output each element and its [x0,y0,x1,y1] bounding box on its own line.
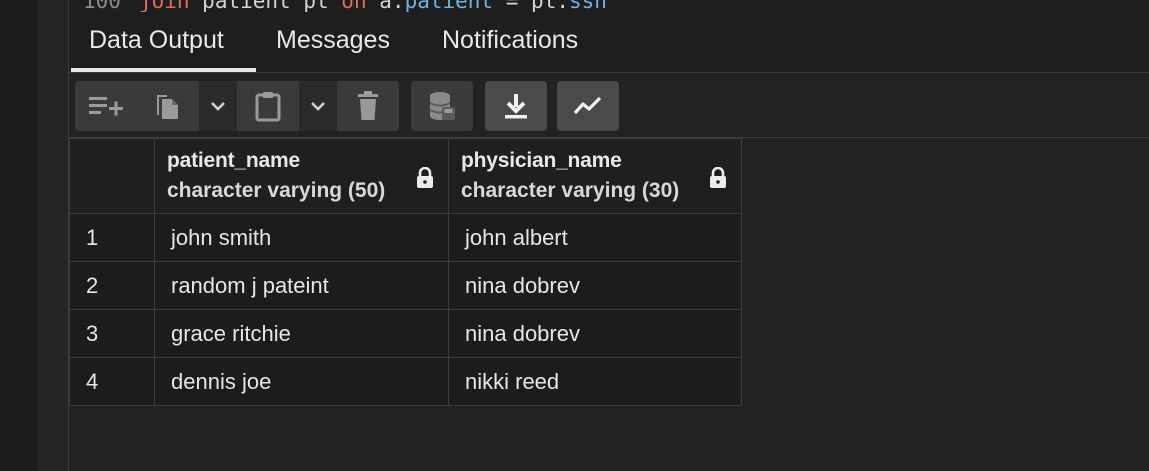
column-type: character varying (50) [167,179,386,202]
row-number[interactable]: 3 [69,309,155,358]
table-name: patient [202,0,291,12]
results-grid: patient_name character varying (50) phys… [69,138,742,406]
lhs-field: patient [404,0,494,12]
cell-patient-name[interactable]: john smith [154,213,449,262]
operator: = [505,0,519,12]
add-row-icon [87,94,125,118]
column-header-physician-name[interactable]: physician_name character varying (30) [448,138,742,214]
copy-options-dropdown[interactable] [199,81,237,131]
active-tab-indicator [71,68,256,72]
chevron-down-icon [210,100,226,112]
edit-button-group [75,81,399,131]
chevron-down-icon [310,100,326,112]
results-table: patient_name character varying (50) phys… [69,138,742,406]
save-data-button-inner [411,81,473,131]
results-tabbar: Data Output Messages Notifications [69,12,1149,73]
lhs-alias: a [379,0,392,12]
lock-icon [416,166,434,194]
row-number[interactable]: 1 [69,213,155,262]
graph-visualiser-button[interactable] [557,81,619,131]
keyword-join: join [138,0,190,12]
header-row: patient_name character varying (50) phys… [69,138,742,214]
column-name: physician_name [461,149,622,172]
tab-messages[interactable]: Messages [276,26,390,55]
cell-physician-name[interactable]: nina dobrev [448,309,742,358]
delete-button[interactable] [337,81,399,131]
column-type: character varying (30) [461,179,680,202]
results-toolbar [69,73,1149,138]
tab-data-output[interactable]: Data Output [89,26,224,55]
paste-options-dropdown[interactable] [299,81,337,131]
paste-button[interactable] [237,81,299,131]
delete-icon [357,91,379,121]
keyword-on: on [341,0,367,12]
save-data-button[interactable] [411,81,473,131]
line-number: 100 [83,0,121,12]
column-header-patient-name[interactable]: patient_name character varying (50) [154,138,449,214]
editor-line[interactable]: 100 join patient pt on a.patient = pt.ssn [83,0,607,12]
save-data-icon [428,91,456,121]
download-button-inner [485,81,547,131]
editor-gutter [38,0,69,471]
download-icon [503,92,529,120]
cell-physician-name[interactable]: nina dobrev [448,261,742,310]
results-panel: Data Output Messages Notifications patie… [69,12,1149,471]
graph-button-inner [557,81,619,131]
cell-patient-name[interactable]: grace ritchie [154,309,449,358]
copy-button[interactable] [137,81,199,131]
paste-icon [254,90,282,122]
lock-icon [709,166,727,194]
table-row[interactable]: 2 random j pateint nina dobrev [69,261,742,310]
cell-patient-name[interactable]: random j pateint [154,261,449,310]
row-number[interactable]: 4 [69,357,155,406]
graph-icon [573,95,603,117]
column-name: patient_name [167,149,300,172]
table-row[interactable]: 4 dennis joe nikki reed [69,357,742,406]
cell-physician-name[interactable]: nikki reed [448,357,742,406]
sql-editor[interactable]: 100 join patient pt on a.patient = pt.ssn [69,0,1149,12]
cell-physician-name[interactable]: john albert [448,213,742,262]
cell-patient-name[interactable]: dennis joe [154,357,449,406]
query-tool-window: 100 join patient pt on a.patient = pt.ssn… [0,0,1149,471]
table-alias: pt [303,0,329,12]
table-row[interactable]: 1 john smith john albert [69,213,742,262]
row-number-header[interactable] [69,138,155,214]
rhs-alias: pt [531,0,557,12]
row-number[interactable]: 2 [69,261,155,310]
copy-icon [155,91,181,121]
rhs-field: ssn [569,0,607,12]
left-sidebar [0,0,38,471]
tab-notifications[interactable]: Notifications [442,26,578,55]
table-row[interactable]: 3 grace ritchie nina dobrev [69,309,742,358]
add-row-button[interactable] [75,81,137,131]
download-button[interactable] [485,81,547,131]
